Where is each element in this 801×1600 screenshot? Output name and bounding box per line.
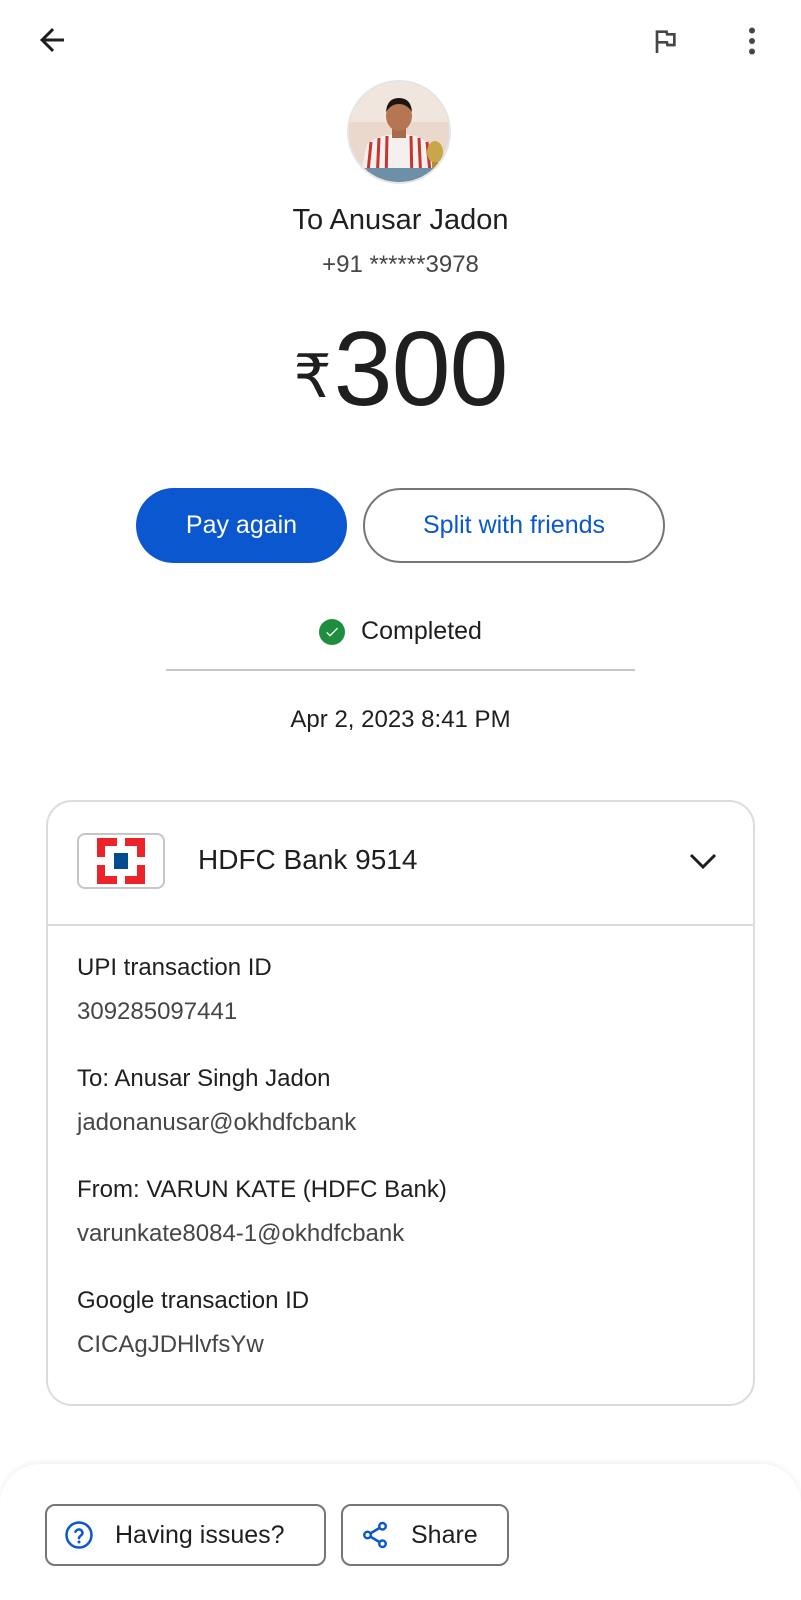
check-circle-icon — [319, 618, 346, 645]
from-label: From: VARUN KATE (HDFC Bank) — [77, 1176, 447, 1203]
help-circle-icon — [63, 1519, 95, 1551]
flag-icon — [655, 30, 676, 53]
to-upi-id-value[interactable]: jadonanusar@okhdfcbank — [77, 1109, 356, 1137]
bank-account-row[interactable]: HDFC Bank 9514 — [48, 802, 753, 924]
bank-account-name: HDFC Bank 9514 — [198, 844, 418, 875]
more-vert-icon — [749, 27, 755, 55]
payment-amount: ₹ 300 — [0, 316, 801, 422]
having-issues-label: Having issues? — [115, 1520, 285, 1549]
divider — [166, 669, 635, 671]
recipient-avatar — [347, 80, 451, 184]
recipient-name: To Anusar Jadon — [292, 204, 509, 236]
from-upi-id-value[interactable]: varunkate8084-1@okhdfcbank — [77, 1220, 404, 1248]
bottom-action-bar: Having issues? Share — [0, 1464, 801, 1600]
back-button[interactable] — [26, 14, 78, 66]
google-transaction-id-label: Google transaction ID — [77, 1287, 310, 1314]
upi-transaction-id-label: UPI transaction ID — [77, 954, 272, 981]
share-label: Share — [411, 1520, 478, 1549]
google-transaction-id-value[interactable]: CICAgJDHlvfsYw — [77, 1331, 264, 1359]
pay-again-button[interactable]: Pay again — [136, 488, 347, 563]
currency-symbol: ₹ — [293, 343, 332, 410]
to-label: To: Anusar Singh Jadon — [77, 1065, 331, 1092]
card-divider — [48, 924, 753, 926]
split-with-friends-button[interactable]: Split with friends — [363, 488, 665, 563]
status-label: Completed — [361, 617, 482, 645]
report-button[interactable] — [640, 16, 690, 66]
transaction-status: Completed — [0, 617, 801, 646]
having-issues-button[interactable]: Having issues? — [45, 1504, 326, 1566]
share-button[interactable]: Share — [341, 1504, 509, 1566]
transaction-datetime: Apr 2, 2023 8:41 PM — [290, 706, 511, 733]
more-options-button[interactable] — [728, 16, 776, 66]
hdfc-logo — [77, 833, 165, 889]
amount-value: 300 — [333, 310, 509, 428]
chevron-down-icon — [689, 853, 717, 870]
upi-transaction-id-value[interactable]: 309285097441 — [77, 998, 237, 1026]
arrow-left-icon — [40, 28, 64, 52]
share-icon — [359, 1519, 391, 1551]
recipient-phone: +91 ******3978 — [322, 251, 479, 278]
transaction-details-card: HDFC Bank 9514 UPI transaction ID 309285… — [46, 800, 755, 1406]
